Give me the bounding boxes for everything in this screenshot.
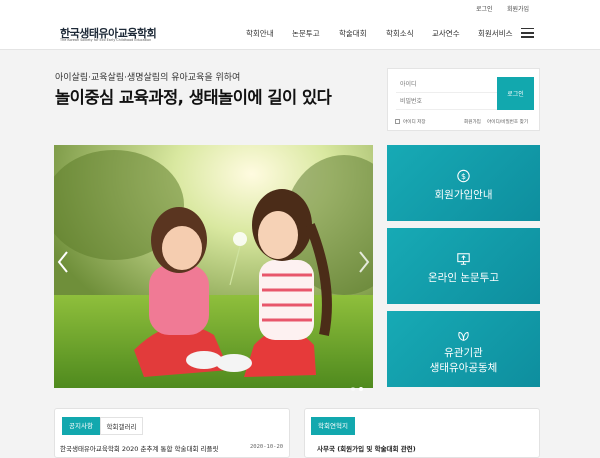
top-login-link[interactable]: 로그인 (476, 4, 493, 13)
card-related-organizations[interactable]: 유관기관 생태유아공동체 (387, 311, 540, 387)
slider-dot-active[interactable] (359, 387, 363, 391)
nav-item-about[interactable]: 학회안내 (246, 28, 274, 39)
login-button[interactable]: 로그인 (497, 77, 534, 110)
notice-item-date: 2020-10-20 (250, 444, 284, 450)
svg-text:$: $ (461, 172, 466, 181)
site-logo-subtitle: The Korean Society for Eco Early Childho… (60, 38, 152, 42)
history-item-title[interactable]: 사무국 (회원가입 및 학술대회 관련) (317, 443, 416, 453)
slider-dot[interactable] (351, 387, 355, 391)
money-circle-icon: $ (457, 169, 470, 183)
top-utility-bar: 로그인 회원가입 (0, 0, 600, 18)
hero-slide-image (54, 145, 373, 388)
hero-headline: 놀이중심 교육과정, 생태놀이에 길이 있다 (55, 88, 332, 107)
id-input[interactable] (396, 77, 497, 93)
remember-id-checkbox[interactable] (395, 119, 400, 124)
nav-item-member-service[interactable]: 회원서비스 (478, 28, 513, 39)
find-account-link[interactable]: 아이디/비밀번호 찾기 (487, 119, 528, 125)
nav-item-conference[interactable]: 학술대회 (339, 28, 367, 39)
hero-subtitle: 아이살림·교육살림·생명살림의 유아교육을 위하여 (55, 73, 241, 83)
top-signup-link[interactable]: 회원가입 (507, 4, 529, 13)
nav-item-news[interactable]: 학회소식 (386, 28, 414, 39)
monitor-upload-icon (457, 253, 470, 265)
slider-dots (347, 376, 363, 395)
leaf-icon (458, 332, 469, 341)
slider-prev-icon[interactable] (56, 250, 70, 274)
login-box: 로그인 아이디 저장 회원가입 아이디/비밀번호 찾기 (387, 68, 540, 131)
slider-next-icon[interactable] (357, 250, 371, 274)
tab-gallery[interactable]: 학회갤러리 (100, 417, 143, 435)
tab-history[interactable]: 학회연혁지 (311, 417, 355, 435)
password-input[interactable] (396, 94, 497, 110)
card-membership-label: 회원가입안내 (434, 189, 493, 201)
remember-id-label: 아이디 저장 (403, 120, 426, 125)
hamburger-menu-icon[interactable] (521, 28, 534, 38)
nav-item-submission[interactable]: 논문투고 (292, 28, 320, 39)
card-submission-label: 온라인 논문투고 (428, 272, 499, 284)
card-related-label-line2: 생태유아공동체 (429, 362, 498, 374)
card-membership-guide[interactable]: $ 회원가입안내 (387, 145, 540, 221)
nav-item-training[interactable]: 교사연수 (432, 28, 460, 39)
card-related-label-line1: 유관기관 (444, 347, 483, 359)
join-link[interactable]: 회원가입 (464, 119, 481, 125)
tab-notice[interactable]: 공지사항 (62, 417, 100, 435)
site-header: 한국생태유아교육학회 The Korean Society for Eco Ea… (0, 18, 600, 50)
card-online-submission[interactable]: 온라인 논문투고 (387, 228, 540, 304)
notice-item-title[interactable]: 한국생태유아교육학회 2020 춘추계 통합 학술대회 리플릿 (60, 443, 218, 453)
